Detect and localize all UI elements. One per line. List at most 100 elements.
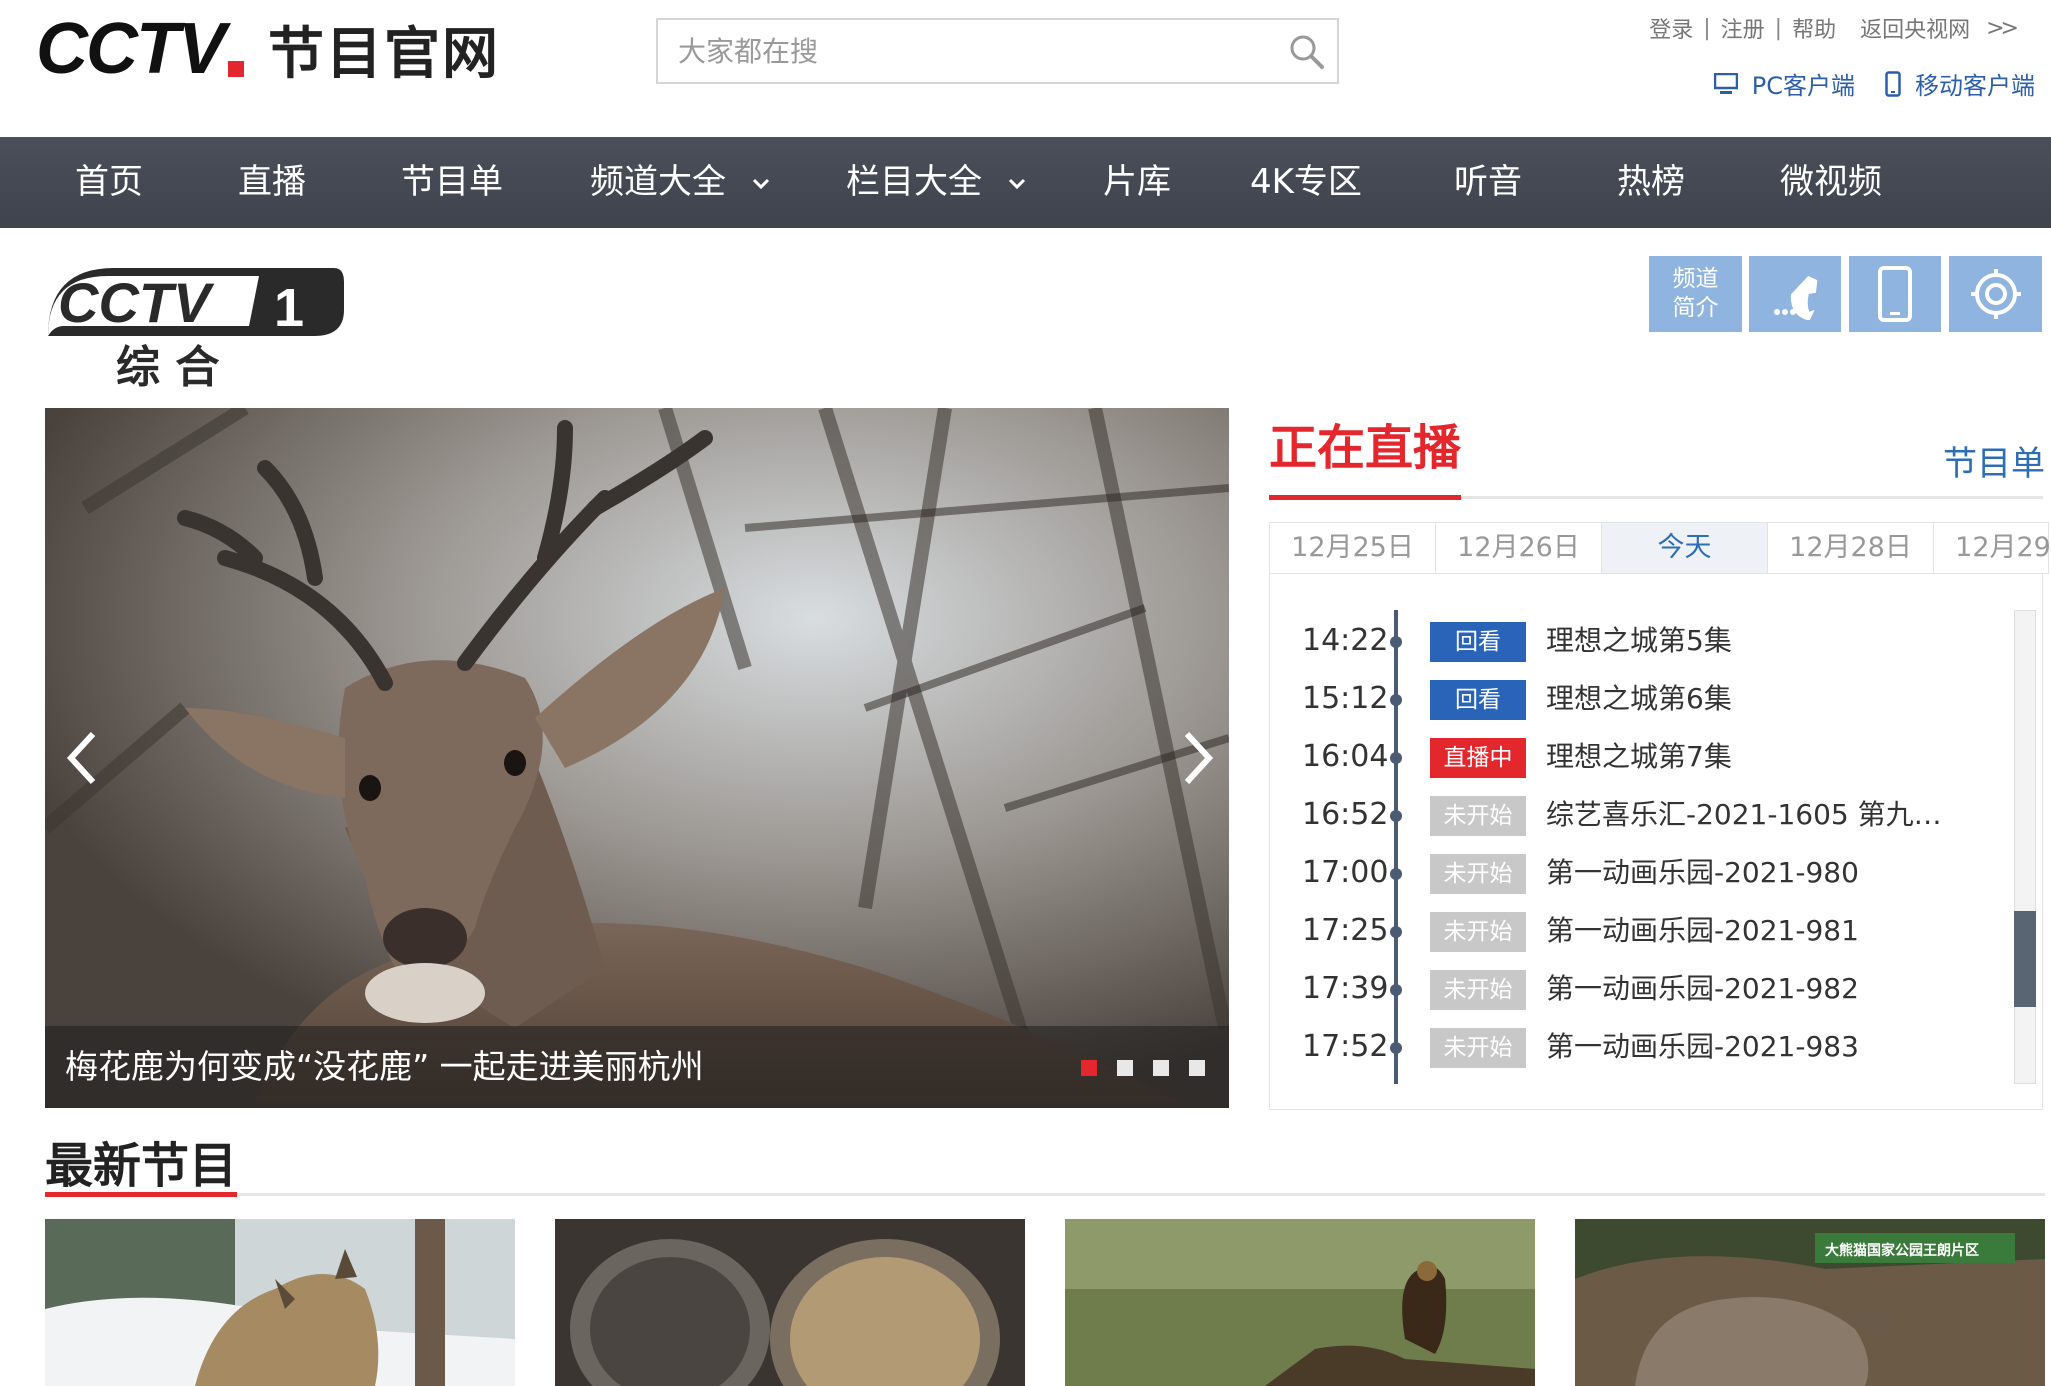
underline-accent xyxy=(45,1192,237,1197)
nav-label: 节目单 xyxy=(401,162,503,202)
date-tab[interactable]: 12月29日 xyxy=(1934,523,2051,573)
phone-icon xyxy=(1774,276,1818,320)
nav-item-home[interactable]: 首页 xyxy=(75,137,143,228)
live-now-title: 正在直播 xyxy=(1269,420,1462,476)
underline-accent xyxy=(1269,495,1461,500)
program-row: 16:04 直播中 理想之城第7集 xyxy=(1270,732,2010,782)
date-tab[interactable]: 12月26日 xyxy=(1436,523,1602,573)
nav-label: 直播 xyxy=(238,162,306,202)
mobile-app-button[interactable] xyxy=(1849,256,1941,332)
program-row: 14:22 回看 理想之城第5集 xyxy=(1270,616,2010,666)
date-tab[interactable]: 12月25日 xyxy=(1270,523,1436,573)
slider-dot[interactable] xyxy=(1153,1060,1169,1076)
program-title[interactable]: 理想之城第6集 xyxy=(1546,674,1732,724)
timeline-node xyxy=(1390,810,1402,822)
slider-dots xyxy=(1081,1060,1205,1076)
date-tab-today[interactable]: 今天 xyxy=(1602,523,1768,573)
program-title[interactable]: 第一动画乐园-2021-981 xyxy=(1546,906,1859,956)
slide-image-deer xyxy=(45,408,1229,1108)
program-thumbnail-pipes[interactable] xyxy=(555,1219,1025,1386)
nav-item-schedule[interactable]: 节目单 xyxy=(401,137,503,228)
slide-caption[interactable]: 梅花鹿为何变成“没花鹿” 一起走进美丽杭州 xyxy=(65,1026,704,1108)
cctv-logo[interactable]: CCTV 节目官网 xyxy=(36,13,500,87)
slider-next-button[interactable] xyxy=(1169,718,1229,798)
slider-dot[interactable] xyxy=(1189,1060,1205,1076)
client-links: PC客户端 移动客户端 xyxy=(1713,66,2035,101)
search-icon xyxy=(1290,35,1324,69)
program-title[interactable]: 理想之城第7集 xyxy=(1546,732,1732,782)
program-title[interactable]: 第一动画乐园-2021-983 xyxy=(1546,1022,1859,1072)
program-thumbnail-lynx[interactable] xyxy=(45,1219,515,1386)
login-link[interactable]: 登录 xyxy=(1649,12,1693,44)
double-chevron-icon: >> xyxy=(1986,15,2019,41)
help-link[interactable]: 帮助 xyxy=(1792,12,1836,44)
channel-intro-line1: 频道 xyxy=(1672,266,1719,293)
nav-label: 听音 xyxy=(1454,162,1522,202)
hotline-button[interactable] xyxy=(1749,256,1841,332)
nav-item-micro-video[interactable]: 微视频 xyxy=(1780,137,1882,228)
logo-red-dot xyxy=(228,61,244,77)
nav-item-library[interactable]: 片库 xyxy=(1103,137,1171,228)
slider-dot[interactable] xyxy=(1117,1060,1133,1076)
site-name: 节目官网 xyxy=(268,21,500,87)
nav-label: 频道大全 xyxy=(590,162,726,202)
search-button[interactable] xyxy=(1287,32,1327,72)
channel-intro-button[interactable]: 频道 简介 xyxy=(1649,256,1742,332)
mobile-icon xyxy=(1885,70,1901,97)
site-header: CCTV 节目官网 登录 | 注册 | 帮助 返回央视网 >> PC客户端 xyxy=(0,0,2051,137)
thumbnail-image xyxy=(1065,1219,1535,1386)
thumbnail-image xyxy=(555,1219,1025,1386)
live-badge[interactable]: 直播中 xyxy=(1430,738,1526,778)
schedule-scrollbar[interactable] xyxy=(2014,610,2036,1084)
program-row: 17:00 未开始 第一动画乐园-2021-980 xyxy=(1270,848,2010,898)
channel-name: 综 合 xyxy=(116,342,219,392)
program-thumbnail-wildlife[interactable]: 大熊猫国家公园王朗片区 xyxy=(1575,1219,2045,1386)
caret-down-icon xyxy=(1008,178,1025,189)
program-schedule: 14:22 回看 理想之城第5集 15:12 回看 理想之城第6集 16:04 … xyxy=(1269,574,2043,1110)
nav-item-columns[interactable]: 栏目大全 xyxy=(846,137,1027,228)
slider-dot[interactable] xyxy=(1081,1060,1097,1076)
nav-label: 微视频 xyxy=(1780,162,1882,202)
latest-title-underline xyxy=(45,1192,2045,1197)
thumbnail-watermark: 大熊猫国家公园王朗片区 xyxy=(1825,1242,1979,1259)
register-link[interactable]: 注册 xyxy=(1721,12,1765,44)
scrollbar-thumb[interactable] xyxy=(2014,911,2036,1007)
program-time: 14:22 xyxy=(1302,623,1389,658)
upcoming-badge: 未开始 xyxy=(1430,912,1526,952)
thumbnail-image: 大熊猫国家公园王朗片区 xyxy=(1575,1219,2045,1386)
program-title[interactable]: 综艺喜乐汇-2021-1605 第九批… xyxy=(1546,790,1966,840)
timeline-node xyxy=(1390,752,1402,764)
program-thumbnail-eagle[interactable] xyxy=(1065,1219,1535,1386)
replay-badge[interactable]: 回看 xyxy=(1430,622,1526,662)
nav-item-hot[interactable]: 热榜 xyxy=(1617,137,1685,228)
search-input[interactable] xyxy=(658,20,1258,82)
program-title[interactable]: 理想之城第5集 xyxy=(1546,616,1732,666)
target-icon xyxy=(1970,269,2021,319)
program-row: 15:12 回看 理想之城第6集 xyxy=(1270,674,2010,724)
back-to-cctv-link[interactable]: 返回央视网 xyxy=(1860,12,1970,44)
program-row: 17:25 未开始 第一动画乐园-2021-981 xyxy=(1270,906,2010,956)
date-tab[interactable]: 12月28日 xyxy=(1768,523,1934,573)
nav-item-channels[interactable]: 频道大全 xyxy=(590,137,771,228)
live-title-underline xyxy=(1269,495,2043,500)
caret-down-icon xyxy=(752,178,769,189)
nav-item-4k[interactable]: 4K专区 xyxy=(1250,137,1362,228)
channel-logo-mark: CCTV xyxy=(58,271,215,334)
nav-item-live[interactable]: 直播 xyxy=(238,137,306,228)
main-nav: 首页 直播 节目单 频道大全 栏目大全 片库 4K专区 听音 热榜 微视频 xyxy=(0,137,2051,228)
schedule-link[interactable]: 节目单 xyxy=(1943,436,2045,485)
link-separator: | xyxy=(1774,15,1783,41)
timeline-node xyxy=(1390,926,1402,938)
upcoming-badge: 未开始 xyxy=(1430,796,1526,836)
follow-button[interactable] xyxy=(1949,256,2042,332)
mobile-client-link[interactable]: 移动客户端 xyxy=(1885,66,2035,101)
program-title[interactable]: 第一动画乐园-2021-980 xyxy=(1546,848,1859,898)
program-title[interactable]: 第一动画乐园-2021-982 xyxy=(1546,964,1859,1014)
replay-badge[interactable]: 回看 xyxy=(1430,680,1526,720)
nav-item-audio[interactable]: 听音 xyxy=(1454,137,1522,228)
link-separator: | xyxy=(1703,15,1711,41)
program-row: 17:52 未开始 第一动画乐园-2021-983 xyxy=(1270,1022,2010,1072)
featured-slider[interactable]: 梅花鹿为何变成“没花鹿” 一起走进美丽杭州 xyxy=(45,408,1229,1108)
pc-client-link[interactable]: PC客户端 xyxy=(1713,66,1855,101)
slider-prev-button[interactable] xyxy=(51,718,111,798)
